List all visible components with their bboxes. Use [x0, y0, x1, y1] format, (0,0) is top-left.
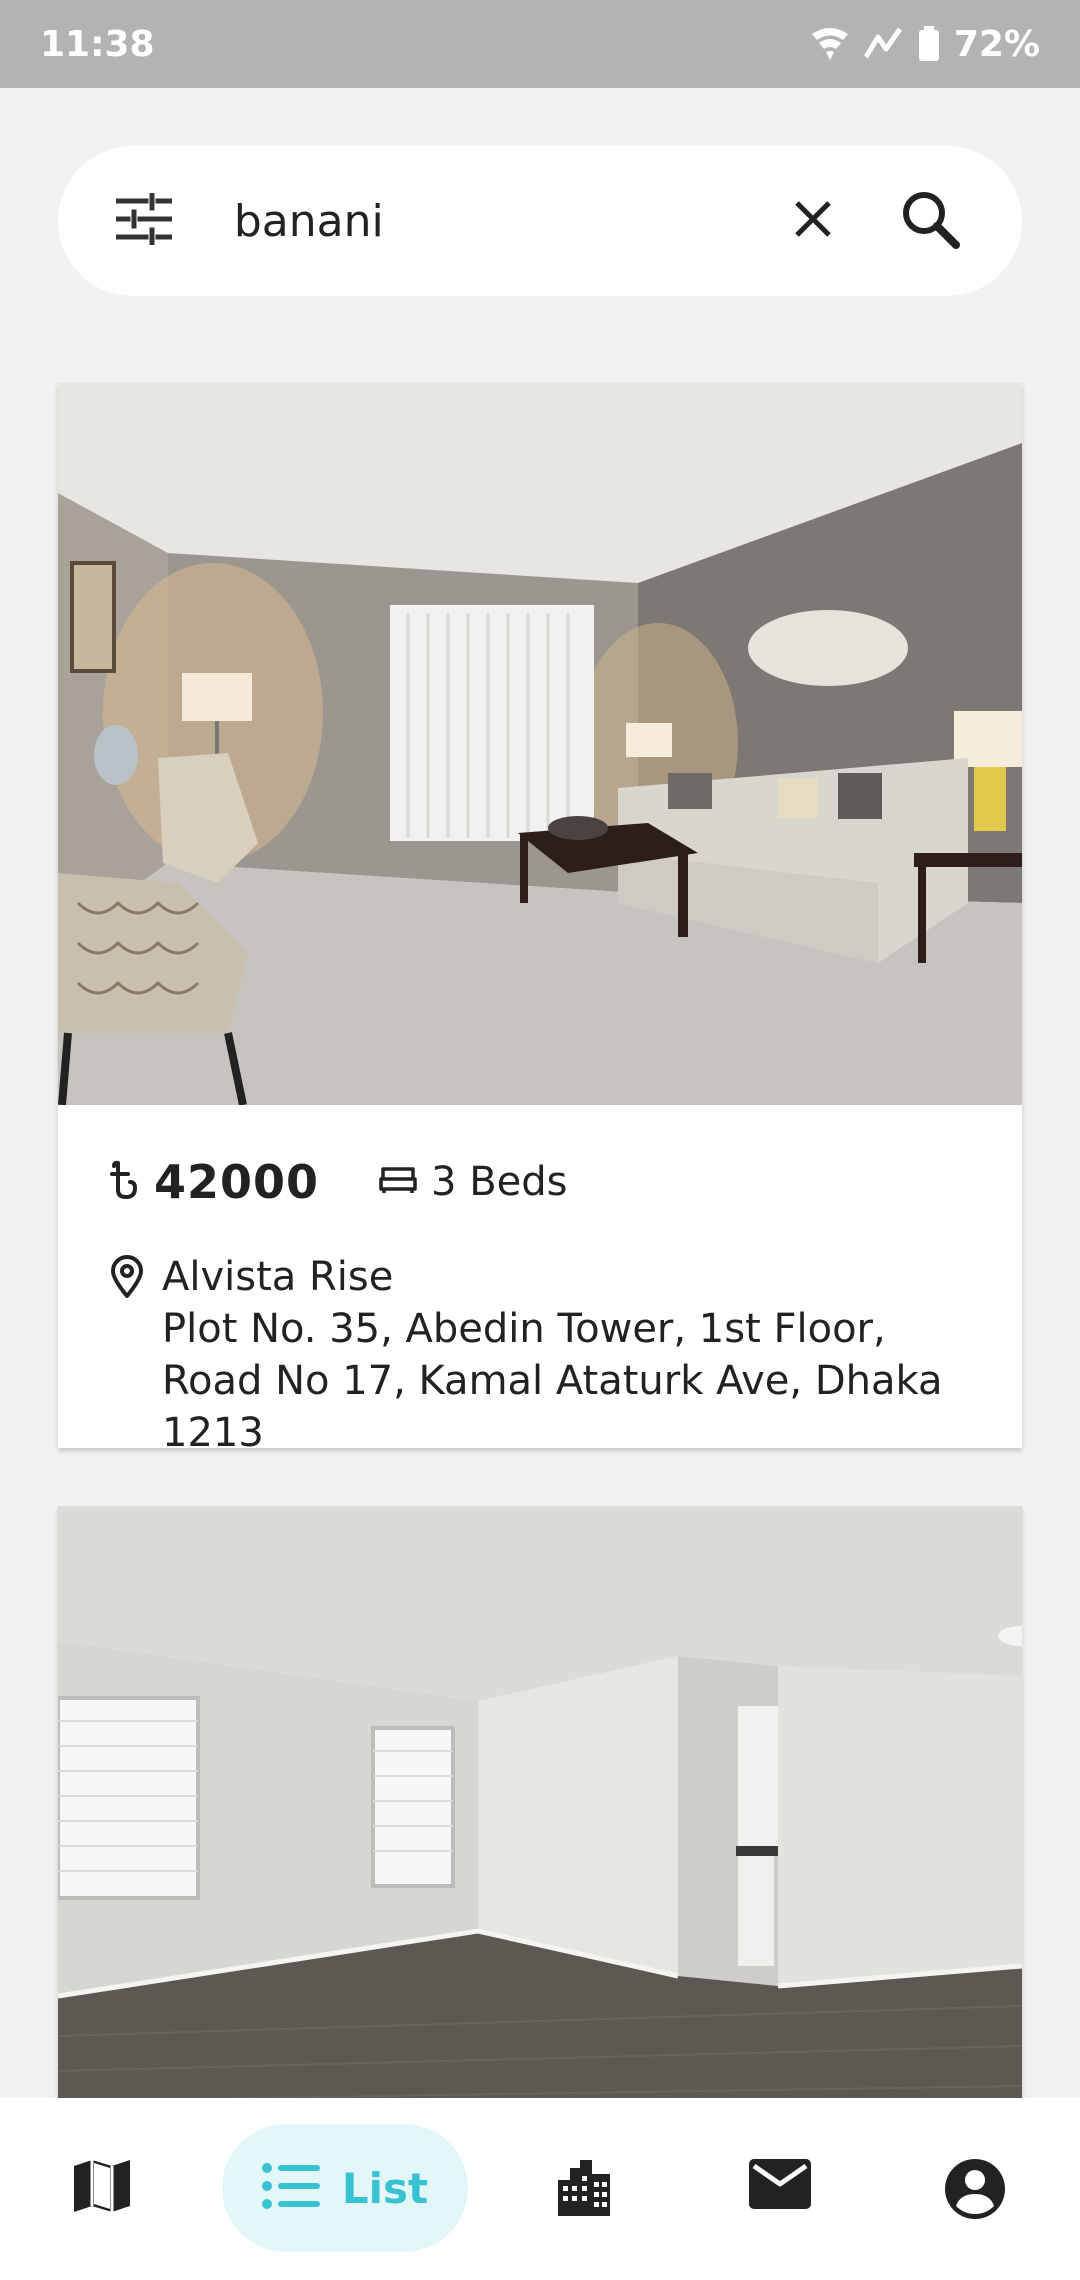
- location: Alvista Rise Plot No. 35, Abedin Tower, …: [110, 1251, 970, 1459]
- nav-buildings[interactable]: [556, 2158, 612, 2220]
- beds: 3 Beds: [379, 1159, 568, 1205]
- status-icons: 72%: [810, 24, 1040, 65]
- bed-icon: [379, 1165, 417, 1199]
- signal-icon: [863, 27, 904, 61]
- nav-mail[interactable]: [748, 2158, 812, 2214]
- battery-icon: [918, 26, 940, 62]
- search-icon: [900, 189, 961, 253]
- price-value: 42000: [154, 1155, 320, 1209]
- beds-value: 3 Beds: [431, 1159, 568, 1205]
- taka-icon: [110, 1160, 140, 1204]
- listing-name: Alvista Rise: [162, 1254, 394, 1300]
- search-bar: [58, 146, 1022, 296]
- status-bar: 11:38 72%: [0, 0, 1080, 88]
- list-icon: [261, 2163, 320, 2213]
- search-button[interactable]: [899, 181, 962, 261]
- nav-list-label: List: [341, 2163, 429, 2213]
- listing-info: 42000 3 Beds Alvista Rise Plot No. 35, A…: [58, 1105, 1022, 1459]
- filter-button[interactable]: [110, 178, 178, 264]
- nav-list[interactable]: List: [222, 2124, 468, 2252]
- clear-search-button[interactable]: [782, 181, 845, 261]
- listing-address: Plot No. 35, Abedin Tower, 1st Floor, Ro…: [162, 1306, 943, 1456]
- nav-profile[interactable]: [944, 2158, 1006, 2224]
- wifi-icon: [810, 26, 850, 62]
- mail-icon: [748, 2158, 812, 2214]
- listing-card[interactable]: 42000 3 Beds Alvista Rise Plot No. 35, A…: [58, 383, 1022, 1456]
- listing-card[interactable]: [58, 1506, 1022, 2106]
- close-icon: [794, 200, 832, 242]
- bottom-navigation: List: [0, 2098, 1080, 2280]
- profile-icon: [944, 2158, 1006, 2224]
- location-pin-icon: [110, 1251, 144, 1459]
- buildings-icon: [556, 2158, 612, 2220]
- listing-photo-empty-room: [58, 1506, 1022, 2106]
- battery-percent: 72%: [953, 23, 1040, 65]
- price: 42000: [110, 1155, 319, 1209]
- search-input[interactable]: [233, 195, 782, 247]
- listing-photo-living-room: [58, 383, 1022, 1105]
- nav-map[interactable]: [72, 2158, 132, 2218]
- filter-icon: [115, 191, 173, 249]
- map-icon: [72, 2158, 132, 2218]
- status-time: 11:38: [40, 23, 155, 65]
